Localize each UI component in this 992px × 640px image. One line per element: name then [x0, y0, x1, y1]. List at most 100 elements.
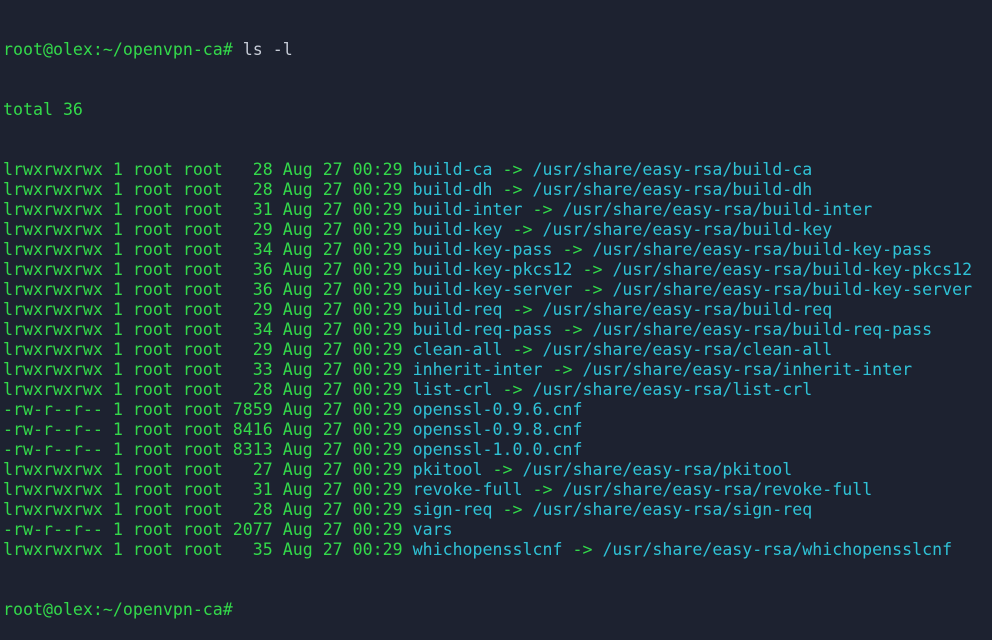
link-arrow: ->: [552, 320, 593, 339]
file-name: list-crl: [412, 380, 493, 399]
listing-row: lrwxrwxrwx 1 root root 36 Aug 27 00:29 b…: [3, 280, 972, 300]
file-name: build-key: [412, 220, 503, 239]
file-meta: lrwxrwxrwx 1 root root 29 Aug 27 00:29: [3, 340, 413, 359]
file-name: revoke-full: [412, 480, 523, 499]
file-meta: lrwxrwxrwx 1 root root 35 Aug 27 00:29: [3, 540, 413, 559]
file-name: pkitool: [412, 460, 483, 479]
file-meta: lrwxrwxrwx 1 root root 28 Aug 27 00:29: [3, 180, 413, 199]
link-target: /usr/share/easy-rsa/build-key-server: [612, 280, 973, 299]
file-meta: -rw-r--r-- 1 root root 7859 Aug 27 00:29: [3, 400, 413, 419]
file-meta: lrwxrwxrwx 1 root root 34 Aug 27 00:29: [3, 320, 413, 339]
file-meta: -rw-r--r-- 1 root root 8416 Aug 27 00:29: [3, 420, 413, 439]
listing-row: lrwxrwxrwx 1 root root 28 Aug 27 00:29 b…: [3, 180, 972, 200]
file-name: build-key-pass: [412, 240, 553, 259]
file-name: sign-req: [412, 500, 493, 519]
file-meta: lrwxrwxrwx 1 root root 33 Aug 27 00:29: [3, 360, 413, 379]
link-arrow: ->: [562, 540, 603, 559]
file-meta: -rw-r--r-- 1 root root 8313 Aug 27 00:29: [3, 440, 413, 459]
link-target: /usr/share/easy-rsa/inherit-inter: [582, 360, 913, 379]
listing-row: -rw-r--r-- 1 root root 2077 Aug 27 00:29…: [3, 520, 972, 540]
file-meta: lrwxrwxrwx 1 root root 27 Aug 27 00:29: [3, 460, 413, 479]
listing-row: lrwxrwxrwx 1 root root 34 Aug 27 00:29 b…: [3, 320, 972, 340]
listing-row: lrwxrwxrwx 1 root root 27 Aug 27 00:29 p…: [3, 460, 972, 480]
link-arrow: ->: [522, 480, 563, 499]
link-arrow: ->: [542, 360, 583, 379]
link-arrow: ->: [502, 340, 543, 359]
listing-row: lrwxrwxrwx 1 root root 29 Aug 27 00:29 b…: [3, 220, 972, 240]
link-target: /usr/share/easy-rsa/build-dh: [532, 180, 813, 199]
file-name: build-key-server: [412, 280, 573, 299]
link-arrow: ->: [572, 260, 613, 279]
file-name: openssl-0.9.8.cnf: [412, 420, 583, 439]
listing-row: lrwxrwxrwx 1 root root 34 Aug 27 00:29 b…: [3, 240, 972, 260]
file-meta: lrwxrwxrwx 1 root root 29 Aug 27 00:29: [3, 300, 413, 319]
link-target: /usr/share/easy-rsa/build-key: [542, 220, 833, 239]
shell-prompt: root@olex:~/openvpn-ca#: [3, 40, 233, 59]
file-meta: lrwxrwxrwx 1 root root 28 Aug 27 00:29: [3, 160, 413, 179]
listing-row: lrwxrwxrwx 1 root root 31 Aug 27 00:29 r…: [3, 480, 972, 500]
file-meta: lrwxrwxrwx 1 root root 28 Aug 27 00:29: [3, 380, 413, 399]
file-name: openssl-0.9.6.cnf: [412, 400, 583, 419]
file-name: inherit-inter: [412, 360, 543, 379]
link-arrow: ->: [492, 180, 533, 199]
file-name: whichopensslcnf: [412, 540, 563, 559]
listing-row: lrwxrwxrwx 1 root root 33 Aug 27 00:29 i…: [3, 360, 972, 380]
link-arrow: ->: [502, 220, 543, 239]
listing-row: lrwxrwxrwx 1 root root 31 Aug 27 00:29 b…: [3, 200, 972, 220]
link-arrow: ->: [492, 160, 533, 179]
final-prompt-line[interactable]: root@olex:~/openvpn-ca#: [3, 600, 972, 620]
command-text: ls -l: [232, 40, 293, 59]
file-meta: lrwxrwxrwx 1 root root 36 Aug 27 00:29: [3, 280, 413, 299]
link-target: /usr/share/easy-rsa/whichopensslcnf: [602, 540, 953, 559]
link-target: /usr/share/easy-rsa/build-req: [542, 300, 833, 319]
file-name: build-req: [412, 300, 503, 319]
link-target: /usr/share/easy-rsa/list-crl: [532, 380, 813, 399]
listing-row: lrwxrwxrwx 1 root root 28 Aug 27 00:29 s…: [3, 500, 972, 520]
command-line: root@olex:~/openvpn-ca# ls -l: [3, 40, 972, 60]
link-target: /usr/share/easy-rsa/revoke-full: [562, 480, 873, 499]
listing-row: lrwxrwxrwx 1 root root 35 Aug 27 00:29 w…: [3, 540, 972, 560]
link-target: /usr/share/easy-rsa/build-ca: [532, 160, 813, 179]
link-target: /usr/share/easy-rsa/build-key-pkcs12: [612, 260, 973, 279]
link-target: /usr/share/easy-rsa/build-req-pass: [592, 320, 933, 339]
file-meta: -rw-r--r-- 1 root root 2077 Aug 27 00:29: [3, 520, 413, 539]
listing-row: lrwxrwxrwx 1 root root 36 Aug 27 00:29 b…: [3, 260, 972, 280]
link-arrow: ->: [572, 280, 613, 299]
file-meta: lrwxrwxrwx 1 root root 31 Aug 27 00:29: [3, 480, 413, 499]
listing-row: lrwxrwxrwx 1 root root 28 Aug 27 00:29 b…: [3, 160, 972, 180]
link-arrow: ->: [482, 460, 523, 479]
file-meta: lrwxrwxrwx 1 root root 31 Aug 27 00:29: [3, 200, 413, 219]
listing-row: -rw-r--r-- 1 root root 8313 Aug 27 00:29…: [3, 440, 972, 460]
shell-prompt-final: root@olex:~/openvpn-ca#: [3, 600, 233, 619]
file-name: build-key-pkcs12: [412, 260, 573, 279]
file-name: build-ca: [412, 160, 493, 179]
link-arrow: ->: [492, 380, 533, 399]
file-name: build-req-pass: [412, 320, 553, 339]
listing-row: lrwxrwxrwx 1 root root 29 Aug 27 00:29 c…: [3, 340, 972, 360]
file-meta: lrwxrwxrwx 1 root root 34 Aug 27 00:29: [3, 240, 413, 259]
link-arrow: ->: [492, 500, 533, 519]
file-name: clean-all: [412, 340, 503, 359]
link-target: /usr/share/easy-rsa/build-key-pass: [592, 240, 933, 259]
file-meta: lrwxrwxrwx 1 root root 36 Aug 27 00:29: [3, 260, 413, 279]
link-target: /usr/share/easy-rsa/pkitool: [522, 460, 793, 479]
file-meta: lrwxrwxrwx 1 root root 28 Aug 27 00:29: [3, 500, 413, 519]
total-line: total 36: [3, 100, 83, 119]
link-arrow: ->: [552, 240, 593, 259]
listing-row: -rw-r--r-- 1 root root 8416 Aug 27 00:29…: [3, 420, 972, 440]
listing-row: -rw-r--r-- 1 root root 7859 Aug 27 00:29…: [3, 400, 972, 420]
terminal[interactable]: root@olex:~/openvpn-ca# ls -l total 36 l…: [3, 0, 972, 640]
file-name: openssl-1.0.0.cnf: [412, 440, 583, 459]
file-meta: lrwxrwxrwx 1 root root 29 Aug 27 00:29: [3, 220, 413, 239]
link-target: /usr/share/easy-rsa/clean-all: [542, 340, 833, 359]
file-name: build-inter: [412, 200, 523, 219]
file-listing: lrwxrwxrwx 1 root root 28 Aug 27 00:29 b…: [3, 160, 972, 560]
link-arrow: ->: [522, 200, 563, 219]
listing-row: lrwxrwxrwx 1 root root 28 Aug 27 00:29 l…: [3, 380, 972, 400]
file-name: vars: [412, 520, 453, 539]
file-name: build-dh: [412, 180, 493, 199]
link-arrow: ->: [502, 300, 543, 319]
link-target: /usr/share/easy-rsa/sign-req: [532, 500, 813, 519]
link-target: /usr/share/easy-rsa/build-inter: [562, 200, 873, 219]
listing-row: lrwxrwxrwx 1 root root 29 Aug 27 00:29 b…: [3, 300, 972, 320]
